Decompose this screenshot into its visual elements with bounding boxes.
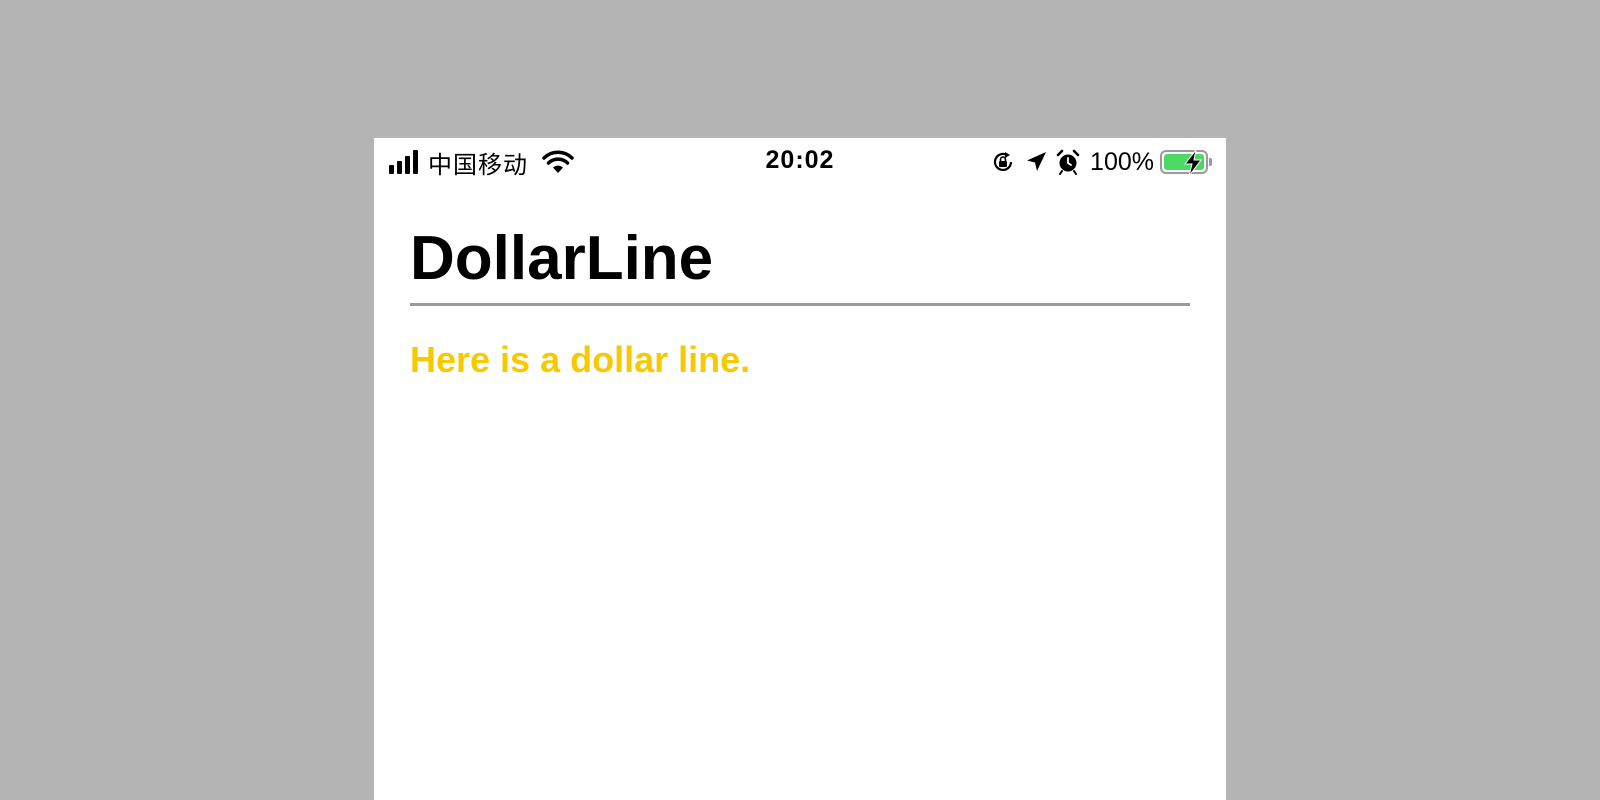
charging-bolt-icon (1183, 149, 1202, 177)
status-right: 100% (982, 147, 1212, 177)
battery-icon (1160, 149, 1208, 177)
title-divider (410, 303, 1190, 306)
alarm-icon (1056, 149, 1080, 175)
battery-percent: 100% (1090, 147, 1154, 176)
page-title: DollarLine (410, 224, 714, 293)
status-bar: 中国移动 20:02 100% (374, 138, 1226, 188)
content: DollarLine Here is a dollar line. (410, 228, 1190, 378)
rotation-lock-icon (993, 152, 1013, 171)
battery-cap (1209, 158, 1212, 166)
phone-screen: 中国移动 20:02 100% DollarLine Here is a dol… (374, 138, 1226, 800)
dollar-line-text: Here is a dollar line. (410, 339, 751, 380)
location-icon (1027, 152, 1047, 171)
